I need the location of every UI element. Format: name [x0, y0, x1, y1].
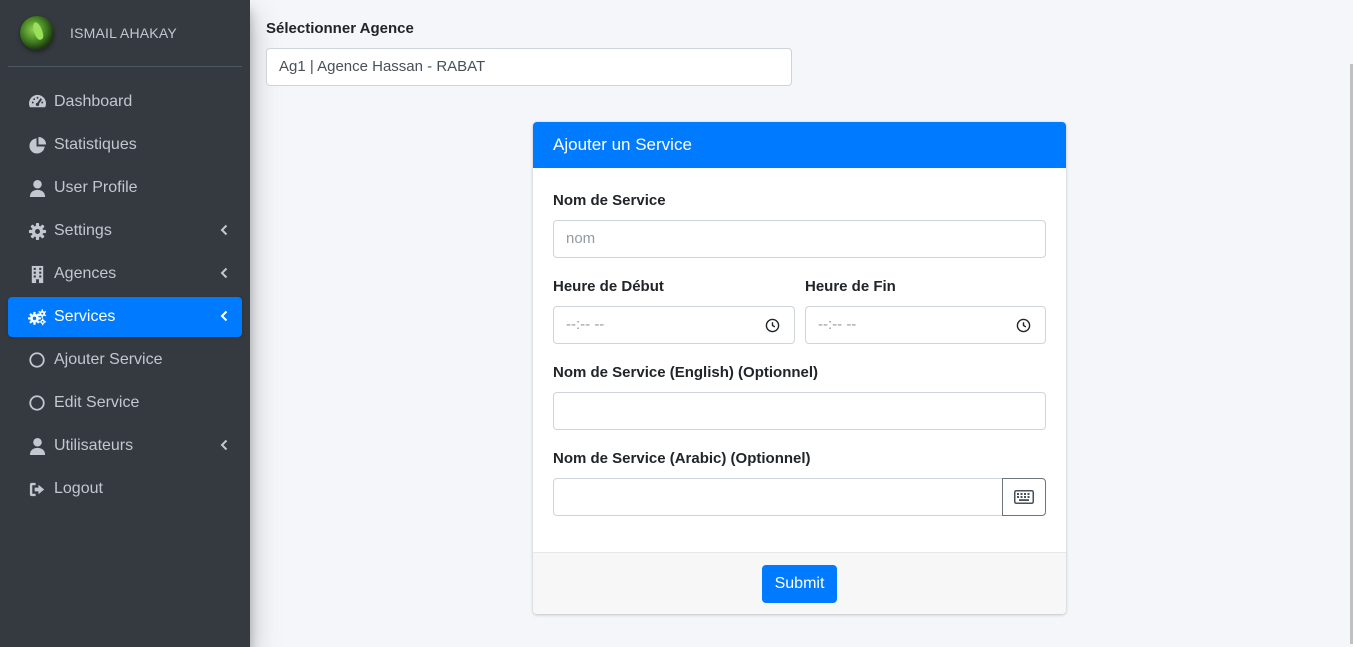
end-time-input[interactable]: --:-- --	[805, 306, 1046, 344]
agency-select[interactable]: Ag1 | Agence Hassan - RABAT	[266, 48, 792, 86]
chevron-left-icon	[220, 267, 228, 279]
submit-button[interactable]: Submit	[762, 565, 837, 603]
sidebar-item-user-profile[interactable]: User Profile	[8, 168, 242, 208]
start-time-input[interactable]: --:-- --	[553, 306, 795, 344]
user-name: ISMAIL AHAKAY	[70, 25, 177, 41]
arabic-name-label: Nom de Service (Arabic) (Optionnel)	[553, 450, 811, 467]
chevron-left-icon	[220, 310, 228, 322]
sidebar-item-services[interactable]: Services	[8, 297, 242, 337]
start-time-placeholder: --:-- --	[566, 316, 605, 333]
avatar	[20, 16, 54, 50]
sidebar-item-label: Edit Service	[54, 394, 140, 411]
pie-chart-icon	[26, 135, 48, 155]
card-footer: Submit	[533, 552, 1066, 614]
english-name-input[interactable]	[553, 392, 1046, 430]
agency-select-label: Sélectionner Agence	[266, 20, 414, 37]
tachometer-icon	[26, 92, 48, 112]
sidebar-item-utilisateurs[interactable]: Utilisateurs	[8, 426, 242, 466]
sign-out-icon	[26, 479, 48, 499]
sidebar-item-edit-service[interactable]: Edit Service	[8, 383, 242, 423]
main-content: Sélectionner Agence Ag1 | Agence Hassan …	[250, 0, 1353, 647]
sidebar-item-label: Logout	[54, 480, 103, 497]
sidebar-nav: Dashboard Statistiques User Profile Sett…	[0, 82, 250, 509]
sidebar: ISMAIL AHAKAY Dashboard Statistiques Use…	[0, 0, 250, 647]
end-time-label: Heure de Fin	[805, 278, 896, 295]
gear-icon	[26, 221, 48, 241]
clock-icon[interactable]	[1016, 318, 1031, 333]
start-time-label: Heure de Début	[553, 278, 664, 295]
user-icon	[26, 436, 48, 456]
chevron-left-icon	[220, 224, 228, 236]
arabic-name-input[interactable]	[553, 478, 1003, 516]
sidebar-item-settings[interactable]: Settings	[8, 211, 242, 251]
sidebar-item-label: Agences	[54, 265, 117, 282]
sidebar-item-ajouter-service[interactable]: Ajouter Service	[8, 340, 242, 380]
sidebar-item-label: Services	[54, 308, 116, 325]
user-panel[interactable]: ISMAIL AHAKAY	[8, 0, 242, 67]
sidebar-item-statistiques[interactable]: Statistiques	[8, 125, 242, 165]
service-name-input[interactable]: nom	[553, 220, 1046, 258]
add-service-card: Ajouter un Service Nom de Service nom He…	[533, 122, 1066, 614]
building-icon	[26, 264, 48, 284]
sidebar-item-dashboard[interactable]: Dashboard	[8, 82, 242, 122]
english-name-label: Nom de Service (English) (Optionnel)	[553, 364, 819, 381]
sidebar-item-label: Utilisateurs	[54, 437, 134, 454]
circle-icon	[26, 350, 48, 370]
end-time-placeholder: --:-- --	[818, 316, 857, 333]
virtual-keyboard-button[interactable]	[1002, 478, 1046, 516]
keyboard-icon	[1014, 490, 1034, 504]
sidebar-item-label: Settings	[54, 222, 112, 239]
gears-icon	[26, 307, 48, 327]
sidebar-item-label: User Profile	[54, 179, 138, 196]
sidebar-item-label: Ajouter Service	[54, 351, 163, 368]
chevron-left-icon	[220, 439, 228, 451]
clock-icon[interactable]	[765, 318, 780, 333]
card-title: Ajouter un Service	[533, 122, 1066, 168]
circle-icon	[26, 393, 48, 413]
sidebar-item-agences[interactable]: Agences	[8, 254, 242, 294]
card-body: Nom de Service nom Heure de Début --:-- …	[533, 168, 1066, 552]
sidebar-item-label: Dashboard	[54, 93, 133, 110]
service-name-label: Nom de Service	[553, 192, 666, 209]
user-icon	[26, 178, 48, 198]
sidebar-item-logout[interactable]: Logout	[8, 469, 242, 509]
sidebar-item-label: Statistiques	[54, 136, 137, 153]
